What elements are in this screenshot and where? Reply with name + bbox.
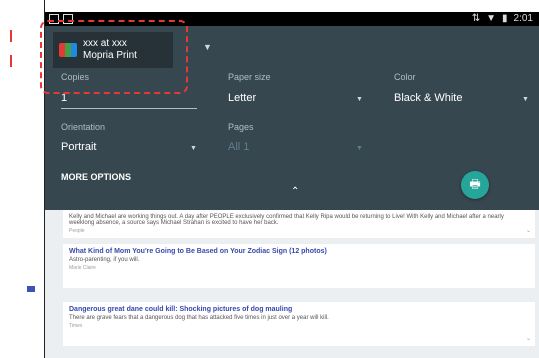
article-title: Dangerous great dane could kill: Shockin… (69, 306, 293, 313)
source-badge-icon (27, 286, 35, 292)
chevron-down-icon: ⌄ (525, 336, 531, 342)
paper-size-label: Paper size (228, 72, 271, 82)
battery-icon: ▮ (502, 13, 508, 24)
collapse-chevron-up-icon[interactable]: ⌃ (291, 186, 299, 197)
pages-select: All 1 (228, 141, 250, 153)
web-content-preview: Kelly and Michael are working things out… (45, 210, 539, 358)
paper-size-chevron-icon[interactable]: ▼ (356, 96, 363, 103)
more-options-button[interactable]: MORE OPTIONS (61, 172, 131, 182)
orientation-select[interactable]: Portrait (61, 141, 96, 153)
highlight-edge-mark (10, 55, 12, 67)
article-title: What Kind of Mom You're Going to Be Base… (69, 248, 327, 255)
article-card[interactable]: Dangerous great dane could kill: Shockin… (63, 302, 535, 346)
data-sync-icon: ⇅ (471, 13, 481, 24)
clock: 2:01 (513, 13, 533, 24)
printer-highlight-box (40, 20, 188, 94)
article-description: There are grave fears that a dangerous d… (69, 315, 329, 321)
copies-underline (61, 108, 197, 109)
color-chevron-icon[interactable]: ▼ (522, 96, 529, 103)
orientation-label: Orientation (61, 122, 106, 132)
print-icon: 🖶 (469, 176, 481, 191)
article-description: Kelly and Michael are working things out… (69, 214, 504, 226)
article-source: Marie Claire (69, 265, 96, 271)
article-card[interactable]: What Kind of Mom You're Going to Be Base… (63, 244, 535, 288)
color-label: Color (394, 72, 416, 82)
print-button[interactable]: 🖶 (461, 171, 489, 199)
highlight-edge-mark (10, 30, 12, 42)
wifi-icon: ▼ (486, 13, 497, 24)
printer-dropdown-icon[interactable]: ▼ (203, 42, 212, 52)
article-card[interactable]: Kelly and Michael are working things out… (63, 210, 535, 238)
article-description: Astro-parenting, if you will. (69, 257, 140, 263)
color-select[interactable]: Black & White (394, 92, 462, 104)
paper-size-select[interactable]: Letter (228, 92, 256, 104)
article-source: Times (69, 323, 83, 329)
article-source: People (69, 228, 85, 234)
chevron-down-icon: ⌄ (525, 228, 531, 234)
pages-label: Pages (228, 122, 254, 132)
pages-chevron-icon: ▼ (356, 145, 363, 152)
orientation-chevron-icon[interactable]: ▼ (190, 145, 197, 152)
